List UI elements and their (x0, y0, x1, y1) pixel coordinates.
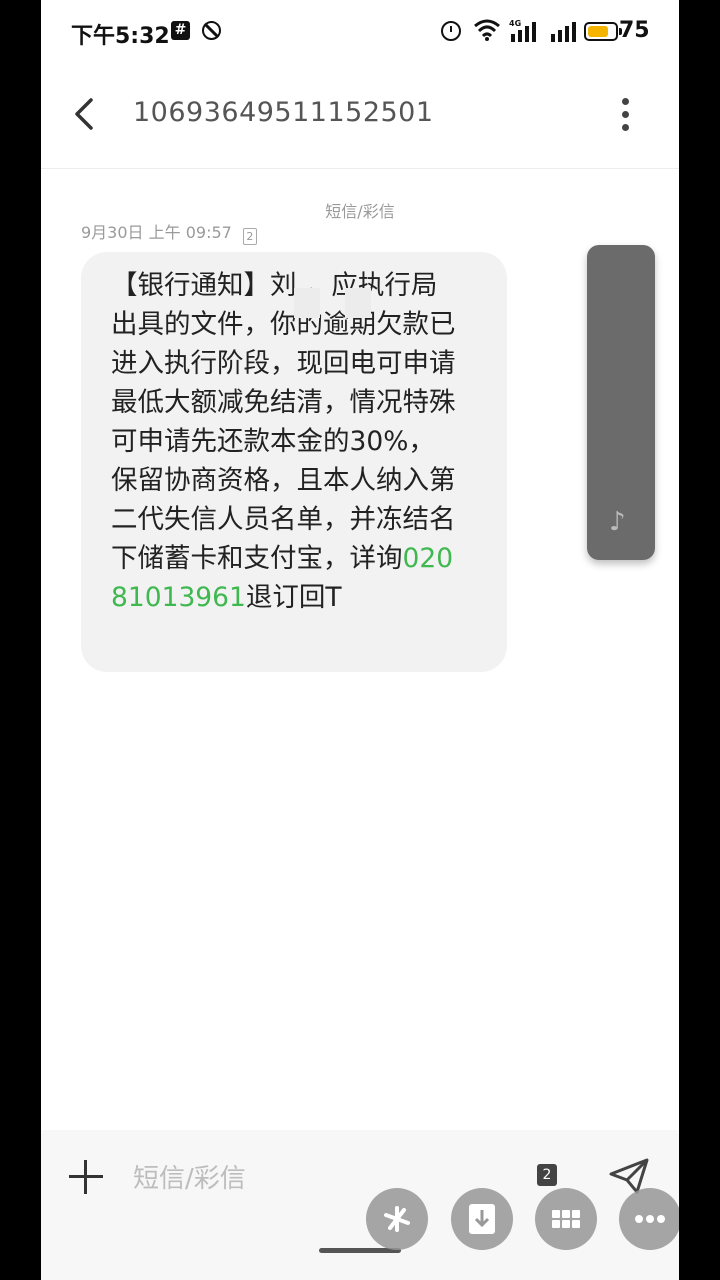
download-icon (469, 1204, 495, 1234)
cellular-signal-icon: 4G (509, 19, 536, 42)
floating-download-button[interactable] (451, 1188, 513, 1250)
sparkle-icon (384, 1206, 410, 1232)
notification-hash-icon: # (171, 21, 190, 40)
sim-badge: 2 (242, 228, 257, 245)
message-unsubscribe: 退订回T (245, 582, 342, 613)
more-vertical-icon[interactable] (613, 94, 637, 134)
message-timestamp: 9月30日 上午 09:57 2 (81, 219, 257, 245)
more-horizontal-icon (635, 1215, 665, 1223)
floating-more-button[interactable] (619, 1188, 679, 1250)
music-note-icon: ♪ (609, 507, 626, 537)
cellular-signal-2-icon (551, 22, 576, 42)
floating-music-widget[interactable]: ♪ (587, 245, 655, 560)
status-bar: 下午5:32 # 4G 75 (41, 0, 679, 64)
phone-screen: 下午5:32 # 4G 75 10693649511152501 短信/彩信 9… (41, 0, 679, 1280)
wifi-icon (474, 19, 500, 41)
floating-grid-button[interactable] (535, 1188, 597, 1250)
grid-icon (552, 1210, 580, 1228)
redaction-block (294, 288, 320, 318)
sim-select-button[interactable]: 2 (537, 1164, 557, 1186)
battery-fill (588, 26, 608, 37)
conversation-header: 10693649511152501 (41, 64, 679, 169)
message-body: 【银行通知】刘 ，应执行局出具的文件，你的逾期欠款已进入执行阶段，现回电可申请最… (111, 270, 456, 574)
network-type-label: 4G (509, 19, 521, 28)
message-text[interactable]: 【银行通知】刘 ，应执行局出具的文件，你的逾期欠款已进入执行阶段，现回电可申请最… (111, 266, 461, 617)
timestamp-text: 9月30日 上午 09:57 (81, 223, 232, 242)
floating-sparkle-button[interactable] (366, 1188, 428, 1250)
battery-icon (584, 22, 622, 41)
battery-level: 75 (619, 18, 650, 43)
message-bubble[interactable]: 【银行通知】刘 ，应执行局出具的文件，你的逾期欠款已进入执行阶段，现回电可申请最… (81, 252, 507, 672)
sender-number: 10693649511152501 (133, 97, 434, 128)
status-time: 下午5:32 (71, 24, 170, 49)
back-arrow-icon[interactable] (65, 94, 105, 134)
plus-icon[interactable] (69, 1160, 103, 1194)
alarm-icon (441, 21, 461, 41)
do-not-disturb-icon (202, 21, 221, 40)
redaction-block (345, 288, 371, 318)
